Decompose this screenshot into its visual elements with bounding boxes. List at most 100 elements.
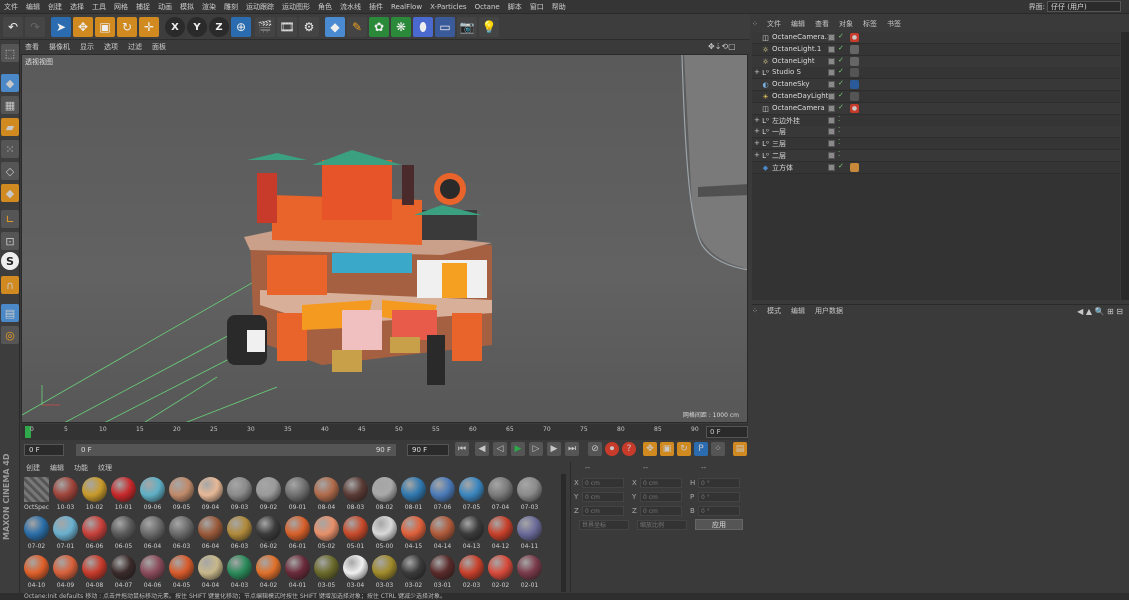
prev-frame-icon[interactable]: ◁ (493, 442, 507, 456)
menu-window[interactable]: 窗口 (526, 0, 548, 14)
drag-handle-icon[interactable]: ⁘ (752, 307, 762, 315)
material-swatch[interactable]: 06-04 (139, 515, 166, 553)
object-name[interactable]: 左边外挂 (772, 116, 800, 126)
material-swatch[interactable]: 08-04 (313, 476, 340, 514)
expand-icon[interactable]: + (754, 68, 760, 76)
object-name[interactable]: 一层 (772, 127, 786, 137)
material-swatch[interactable]: 09-06 (139, 476, 166, 514)
menu-edit[interactable]: 编辑 (22, 0, 44, 14)
expand-icon[interactable]: + (754, 116, 760, 124)
material-swatch[interactable]: 05-01 (342, 515, 369, 553)
material-swatch[interactable]: 06-06 (81, 515, 108, 553)
goto-start-icon[interactable]: ⏮ (455, 442, 469, 456)
material-swatch[interactable]: 06-04 (197, 515, 224, 553)
material-swatch[interactable]: 07-05 (458, 476, 485, 514)
tweak-icon[interactable]: ⊡ (1, 232, 19, 250)
rotation-p-field[interactable]: 0 ° (698, 492, 740, 502)
enabled-check-icon[interactable]: ✓ (838, 79, 844, 87)
layer-swatch[interactable] (828, 140, 835, 148)
enabled-check-icon[interactable]: ✓ (838, 67, 844, 75)
y-axis-icon[interactable]: Y (187, 17, 207, 37)
material-swatch[interactable]: 07-02 (23, 515, 50, 553)
viewport-menu-view[interactable]: 查看 (20, 41, 44, 53)
object-menu-view[interactable]: 查看 (810, 18, 834, 31)
material-menu-create[interactable]: 创建 (21, 462, 45, 474)
material-swatch[interactable]: 08-03 (342, 476, 369, 514)
position-y-field[interactable]: 0 cm (582, 492, 624, 502)
menu-create[interactable]: 创建 (44, 0, 66, 14)
material-swatch[interactable]: 04-15 (400, 515, 427, 553)
apply-button[interactable]: 应用 (695, 519, 743, 530)
edges-mode-icon[interactable]: ◇ (1, 162, 19, 180)
redo-icon[interactable]: ↷ (25, 17, 45, 37)
menu-script[interactable]: 脚本 (504, 0, 526, 14)
object-row[interactable]: + L⁰ 一层 ⁚ (752, 126, 1120, 139)
menu-octane[interactable]: Octane (471, 0, 504, 14)
planar-workplane-icon[interactable]: ◎ (1, 326, 19, 344)
material-swatch[interactable]: 09-02 (255, 476, 282, 514)
snap-icon[interactable]: S (1, 252, 19, 270)
model-mode-icon[interactable]: ◆ (1, 74, 19, 92)
object-tag-icon[interactable] (850, 92, 859, 101)
object-menu-objects[interactable]: 对象 (834, 18, 858, 31)
enabled-check-icon[interactable]: ✓ (838, 103, 844, 111)
material-swatch[interactable]: 03-05 (313, 554, 340, 592)
layer-swatch[interactable] (828, 152, 835, 159)
play-icon[interactable]: ▶ (511, 442, 525, 456)
layer-swatch[interactable] (828, 34, 835, 41)
menu-sculpt[interactable]: 雕刻 (220, 0, 242, 14)
keyframe-selection-icon[interactable]: ? (622, 442, 636, 456)
object-name[interactable]: Studio S (772, 68, 801, 76)
object-name[interactable]: OctaneCamera (772, 104, 825, 112)
size-z-field[interactable]: 0 cm (640, 506, 682, 516)
viewport-menu-display[interactable]: 显示 (75, 41, 99, 53)
material-swatch[interactable]: 06-03 (226, 515, 253, 553)
object-row[interactable]: ☀ OctaneDayLight ✓ (752, 91, 1120, 103)
object-tag-icon[interactable] (850, 162, 859, 172)
material-swatch[interactable]: 09-01 (284, 476, 311, 514)
material-menu-function[interactable]: 功能 (69, 462, 93, 474)
layer-swatch[interactable] (828, 57, 835, 65)
menu-tools[interactable]: 工具 (88, 0, 110, 14)
menu-snap[interactable]: 捕捉 (132, 0, 154, 14)
object-menu-tags[interactable]: 标签 (858, 18, 882, 31)
expand-icon[interactable]: + (754, 127, 760, 135)
layout-select[interactable]: 仔仔 (用户) (1047, 1, 1121, 12)
material-swatch[interactable]: 09-04 (197, 476, 224, 514)
menu-mograph[interactable]: 运动图形 (278, 0, 314, 14)
layer-swatch[interactable] (828, 163, 835, 171)
enabled-check-icon[interactable]: ✓ (838, 56, 844, 64)
material-swatch[interactable]: 02-01 (516, 554, 543, 592)
select-arrow-icon[interactable]: ➤ (51, 17, 71, 37)
material-swatch[interactable]: 10-01 (110, 476, 137, 514)
material-swatch[interactable]: 10-02 (81, 476, 108, 514)
enabled-check-icon[interactable]: ✓ (838, 91, 844, 99)
object-row[interactable]: ◫ OctaneCamera ✓ ● (752, 102, 1120, 115)
object-tag-icon[interactable]: ● (850, 103, 859, 113)
material-menu-edit[interactable]: 编辑 (45, 462, 69, 474)
object-name[interactable]: OctaneCamera.1 (772, 33, 831, 41)
material-swatch[interactable]: 04-04 (197, 554, 224, 592)
object-row[interactable]: + L⁰ Studio S ✓ (752, 67, 1120, 80)
material-swatch[interactable]: 04-12 (487, 515, 514, 553)
record-keys-icon[interactable]: ⊘ (588, 442, 602, 456)
expand-icon[interactable]: + (754, 139, 760, 147)
attr-menu-mode[interactable]: 模式 (762, 305, 786, 318)
position-z-field[interactable]: 0 cm (582, 506, 624, 516)
material-swatch[interactable]: 04-14 (429, 515, 456, 553)
timeline-ruler[interactable]: 0 5 10 15 20 25 30 35 40 45 50 55 60 65 … (21, 424, 748, 440)
object-name[interactable]: 二层 (772, 151, 786, 161)
material-swatch[interactable]: 07-01 (52, 515, 79, 553)
material-swatch[interactable]: 04-07 (110, 554, 137, 592)
drag-handle-icon[interactable]: ⁘ (752, 20, 762, 28)
coordinate-system-icon[interactable]: ⊕ (231, 17, 251, 37)
enabled-check-icon[interactable]: ✓ (838, 162, 844, 170)
material-swatch[interactable]: 08-02 (371, 476, 398, 514)
material-swatch[interactable]: OctSpec (23, 476, 50, 514)
viewport-menu-filter[interactable]: 过滤 (123, 41, 147, 53)
end-frame-field[interactable]: 90 F (407, 444, 449, 456)
enabled-check-icon[interactable]: ⁚ (838, 150, 840, 158)
goto-end-icon[interactable]: ⏭ (565, 442, 579, 456)
cube-icon[interactable]: ◆ (325, 17, 345, 37)
menu-pipeline[interactable]: 流水线 (336, 0, 365, 14)
